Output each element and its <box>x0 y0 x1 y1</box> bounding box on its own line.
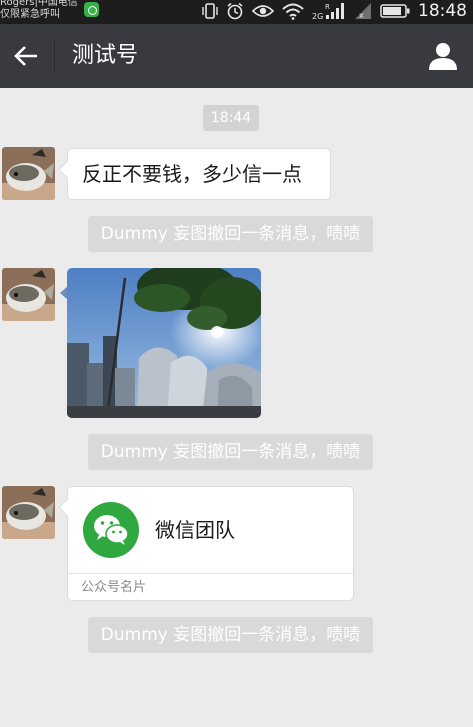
emergency-only-label: 仅限紧急呼叫 <box>0 9 60 20</box>
nav-bar: 测试号 <box>0 24 473 88</box>
status-clock: 18:48 <box>418 1 467 21</box>
chat-title: 测试号 <box>72 43 139 68</box>
sender-avatar[interactable] <box>2 268 55 321</box>
2g-signal-icon: 2G R <box>312 3 344 20</box>
arrow-left-icon <box>14 46 37 66</box>
person-icon <box>429 43 457 70</box>
pufferfish-avatar-icon <box>2 268 55 321</box>
nav-divider <box>54 40 55 72</box>
carrier-name: Rogers|中国电信 <box>0 0 78 8</box>
battery-icon <box>380 4 410 18</box>
card-account-name: 微信团队 <box>155 518 235 542</box>
svg-text:x: x <box>359 11 364 20</box>
network-type-label: 2G <box>312 12 323 20</box>
app-badge-icon <box>84 2 99 17</box>
sender-avatar[interactable] <box>2 486 55 539</box>
text-message-content: 反正不要钱，多少信一点 <box>82 162 302 186</box>
signal-x-icon: x <box>355 3 371 20</box>
recall-system-notice: Dummy 妄图撤回一条消息，啧啧 <box>88 216 373 252</box>
recall-system-notice: Dummy 妄图撤回一条消息，啧啧 <box>88 617 373 653</box>
card-type-label: 公众号名片 <box>81 580 147 595</box>
carrier-info: Rogers|中国电信 仅限紧急呼叫 <box>0 0 78 21</box>
contact-card-message[interactable]: 微信团队 公众号名片 <box>67 486 354 601</box>
card-divider <box>68 573 353 574</box>
wechat-logo-icon <box>83 502 139 558</box>
back-button[interactable] <box>8 38 44 74</box>
message-timestamp: 18:44 <box>203 105 259 131</box>
pufferfish-avatar-icon <box>2 147 55 200</box>
sender-avatar[interactable] <box>2 147 55 200</box>
image-message[interactable] <box>67 268 261 418</box>
text-message-bubble[interactable]: 反正不要钱，多少信一点 <box>67 148 331 200</box>
alarm-icon <box>227 2 243 20</box>
wifi-icon <box>282 3 304 20</box>
eye-icon <box>252 5 274 17</box>
chat-info-button[interactable] <box>427 40 459 72</box>
recall-system-notice: Dummy 妄图撤回一条消息，啧啧 <box>88 434 373 470</box>
status-bar: Rogers|中国电信 仅限紧急呼叫 2G R x 18:48 <box>0 0 473 24</box>
vibrate-icon <box>202 3 218 19</box>
svg-text:R: R <box>325 3 330 11</box>
status-icons: 2G R x 18:48 <box>202 0 467 22</box>
city-photo <box>67 268 261 418</box>
pufferfish-avatar-icon <box>2 486 55 539</box>
